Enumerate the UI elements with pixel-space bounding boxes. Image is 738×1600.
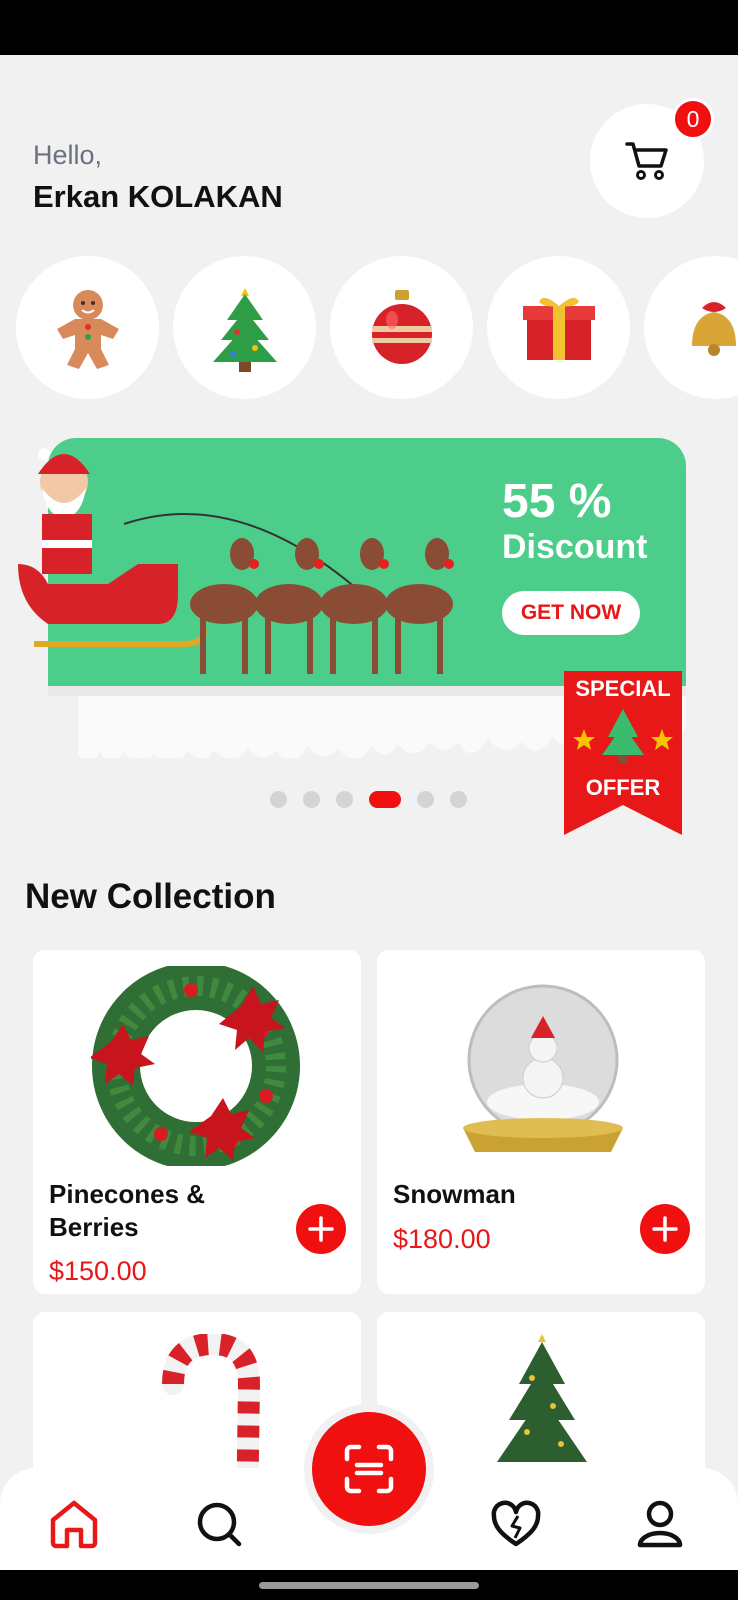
carousel-indicator [270, 791, 483, 808]
search-icon [197, 1502, 242, 1547]
santa-sleigh-image [18, 448, 454, 674]
gingerbread-icon [56, 289, 119, 369]
get-now-button[interactable]: GET NOW [502, 591, 640, 635]
carousel-dot[interactable] [270, 791, 287, 808]
plus-icon [652, 1216, 678, 1242]
christmas-tree-icon [212, 287, 277, 372]
category-bell[interactable] [644, 256, 738, 399]
banner-headline: 55 % [502, 475, 612, 528]
carousel-dot[interactable] [417, 791, 434, 808]
product-name: Pinecones & Berries [49, 1179, 206, 1242]
category-list [16, 256, 738, 400]
product-card[interactable]: Snowman $180.00 [377, 950, 705, 1294]
home-indicator[interactable] [259, 1582, 479, 1589]
greeting-label: Hello, [33, 140, 103, 170]
category-gift[interactable] [487, 256, 630, 399]
tab-home[interactable] [44, 1494, 104, 1554]
tab-favorites[interactable] [486, 1494, 546, 1554]
snow-globe-image [463, 984, 623, 1152]
plus-icon [308, 1216, 334, 1242]
section-title: New Collection [25, 877, 276, 916]
cart-icon [625, 142, 668, 180]
heart-icon [491, 1500, 541, 1547]
home-icon [50, 1500, 98, 1549]
carousel-dot-active[interactable] [369, 791, 401, 808]
scan-button[interactable] [312, 1412, 426, 1526]
banner-subline: Discount [502, 528, 648, 566]
category-ornament[interactable] [330, 256, 473, 399]
product-name: Snowman [393, 1179, 516, 1209]
status-bar [0, 0, 738, 55]
product-price: $150.00 [49, 1256, 147, 1286]
product-card[interactable]: Pinecones & Berries $150.00 [33, 950, 361, 1294]
cart-count-badge: 0 [672, 98, 714, 140]
product-price: $180.00 [393, 1224, 491, 1254]
carousel-dot[interactable] [450, 791, 467, 808]
profile-icon [637, 1500, 683, 1548]
offer-badge-top: SPECIAL [575, 676, 671, 701]
bell-icon [691, 301, 736, 356]
tab-profile[interactable] [630, 1494, 690, 1554]
wreath-image [91, 966, 300, 1166]
carousel-dot[interactable] [336, 791, 353, 808]
user-name: Erkan KOLAKAN [33, 179, 283, 214]
add-to-cart-button[interactable] [640, 1204, 690, 1254]
carousel-dot[interactable] [303, 791, 320, 808]
category-tree[interactable] [173, 256, 316, 399]
ornament-ball-icon [371, 289, 432, 364]
tab-search[interactable] [189, 1494, 249, 1554]
add-to-cart-button[interactable] [296, 1204, 346, 1254]
gift-box-icon [522, 297, 595, 360]
greeting: Hello, Erkan KOLAKAN [33, 140, 283, 215]
scan-icon [344, 1444, 394, 1494]
offer-badge-bottom: OFFER [585, 775, 661, 800]
category-gingerbread[interactable] [16, 256, 159, 399]
